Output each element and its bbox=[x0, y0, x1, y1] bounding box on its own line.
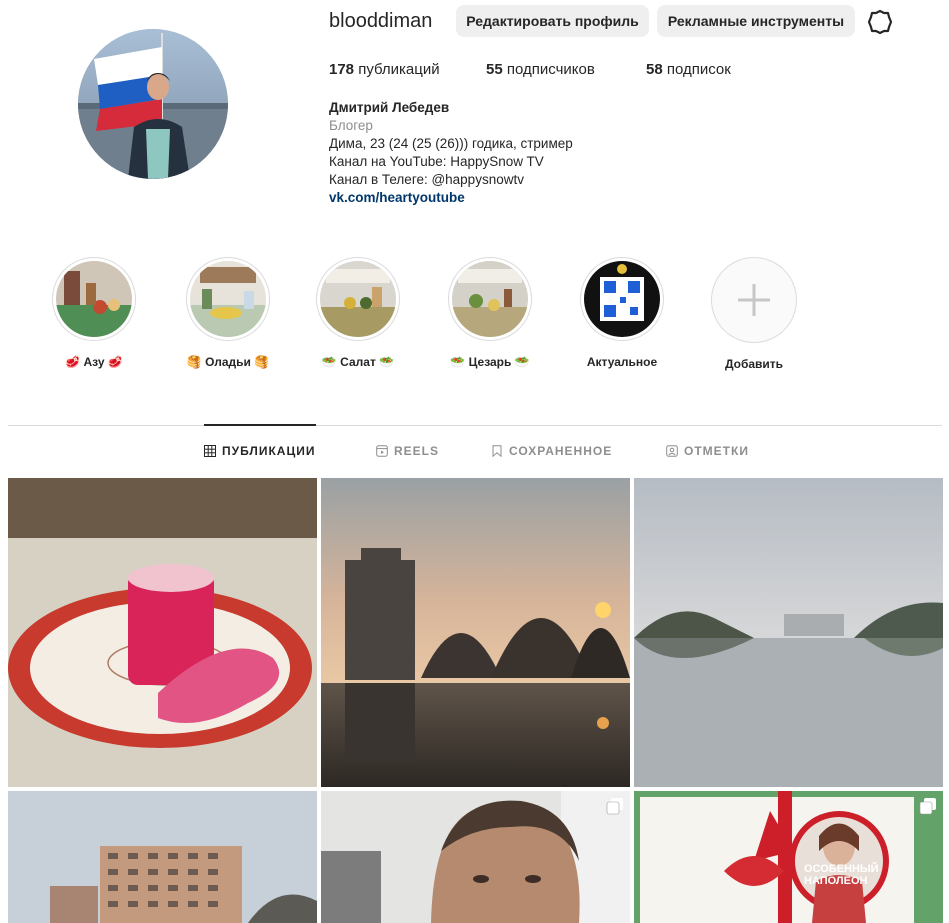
post-napoleon-cake[interactable]: ОСОБЕННЫЙ НАПОЛЕОН bbox=[634, 791, 943, 923]
add-highlight-button[interactable] bbox=[711, 257, 797, 343]
napoleon-caption: ОСОБЕННЫЙ НАПОЛЕОН bbox=[804, 863, 879, 887]
highlight-ring bbox=[186, 257, 270, 341]
tab-label: ПУБЛИКАЦИИ bbox=[222, 444, 316, 458]
following-count[interactable]: 58 подписок bbox=[646, 61, 731, 78]
bio-line-3: Канал в Телеге: @happysnowtv bbox=[329, 172, 524, 187]
active-tab-indicator bbox=[204, 424, 316, 426]
edit-profile-button[interactable]: Редактировать профиль bbox=[456, 5, 649, 37]
followers-count-value: 55 bbox=[486, 61, 503, 78]
bio-line-1: Дима, 23 (24 (25 (26))) годика, стример bbox=[329, 136, 573, 151]
highlight-label: 🥩 Азу 🥩 bbox=[65, 355, 123, 369]
highlight-actual[interactable]: Актуальное bbox=[579, 257, 665, 369]
highlight-ring bbox=[448, 257, 532, 341]
tagged-icon bbox=[666, 445, 678, 457]
following-count-value: 58 bbox=[646, 61, 663, 78]
profile-avatar[interactable] bbox=[78, 29, 228, 179]
napoleon-caption-line-2: НАПОЛЕОН bbox=[804, 875, 868, 887]
multiple-posts-icon bbox=[919, 797, 937, 815]
settings-icon[interactable] bbox=[866, 8, 894, 36]
highlight-cover-azu bbox=[56, 261, 132, 337]
highlight-label: 🥗 Цезарь 🥗 bbox=[450, 355, 530, 369]
bio-full-name: Дмитрий Лебедев bbox=[329, 100, 450, 115]
post-sunset-tower[interactable] bbox=[321, 478, 630, 787]
bio-link[interactable]: vk.com/heartyoutube bbox=[329, 189, 573, 207]
followers-count[interactable]: 55 подписчиков bbox=[486, 61, 646, 78]
highlight-cover-cezar bbox=[452, 261, 528, 337]
highlight-ring bbox=[580, 257, 664, 341]
multiple-posts-icon bbox=[606, 797, 624, 815]
ad-tools-button[interactable]: Рекламные инструменты bbox=[657, 5, 855, 37]
highlight-label: Актуальное bbox=[586, 355, 658, 369]
tab-posts[interactable]: ПУБЛИКАЦИИ bbox=[204, 444, 315, 458]
followers-count-label: подписчиков bbox=[502, 61, 595, 78]
bookmark-icon bbox=[492, 445, 502, 457]
posts-count[interactable]: 178 публикаций bbox=[329, 61, 486, 78]
bio-category: Блогер bbox=[329, 118, 373, 133]
tab-saved[interactable]: СОХРАНЕННОЕ bbox=[491, 444, 612, 458]
highlight-cover-salat bbox=[320, 261, 396, 337]
post-apartment-block[interactable] bbox=[8, 791, 317, 923]
profile-stats: 178 публикаций 55 подписчиков 58 подписо… bbox=[329, 61, 731, 78]
plus-icon bbox=[738, 284, 770, 316]
highlight-salat[interactable]: 🥗 Салат 🥗 bbox=[315, 257, 401, 369]
tab-reels[interactable]: REELS bbox=[376, 444, 439, 458]
highlight-cezar[interactable]: 🥗 Цезарь 🥗 bbox=[447, 257, 533, 369]
highlight-cover-actual bbox=[584, 261, 660, 337]
highlight-ring bbox=[52, 257, 136, 341]
post-lake[interactable] bbox=[634, 478, 943, 787]
highlight-label: Добавить bbox=[724, 357, 784, 371]
highlight-oladi[interactable]: 🥞 Оладьи 🥞 bbox=[185, 257, 271, 369]
profile-bio: Дмитрий Лебедев Блогер Дима, 23 (24 (25 … bbox=[329, 99, 573, 207]
reels-icon bbox=[376, 445, 388, 457]
post-selfie[interactable] bbox=[321, 791, 630, 923]
post-candle[interactable] bbox=[8, 478, 317, 787]
highlight-ring bbox=[316, 257, 400, 341]
highlight-label: 🥗 Салат 🥗 bbox=[321, 355, 395, 369]
bio-line-2: Канал на YouTube: HappySnow TV bbox=[329, 154, 544, 169]
profile-username: blooddiman bbox=[329, 10, 433, 32]
tab-tagged[interactable]: ОТМЕТКИ bbox=[666, 444, 749, 458]
tab-label: СОХРАНЕННОЕ bbox=[509, 444, 613, 458]
tab-label: ОТМЕТКИ bbox=[684, 444, 749, 458]
highlight-add[interactable]: Добавить bbox=[711, 257, 797, 371]
following-count-label: подписок bbox=[662, 61, 731, 78]
napoleon-caption-line-1: ОСОБЕННЫЙ bbox=[804, 863, 879, 875]
tabs-divider bbox=[8, 425, 942, 426]
highlight-cover-oladi bbox=[190, 261, 266, 337]
tab-label: REELS bbox=[394, 444, 440, 458]
posts-count-label: публикаций bbox=[354, 61, 440, 78]
grid-icon bbox=[204, 445, 216, 457]
highlight-azu[interactable]: 🥩 Азу 🥩 bbox=[51, 257, 137, 369]
posts-count-value: 178 bbox=[329, 61, 355, 78]
highlight-label: 🥞 Оладьи 🥞 bbox=[186, 355, 270, 369]
